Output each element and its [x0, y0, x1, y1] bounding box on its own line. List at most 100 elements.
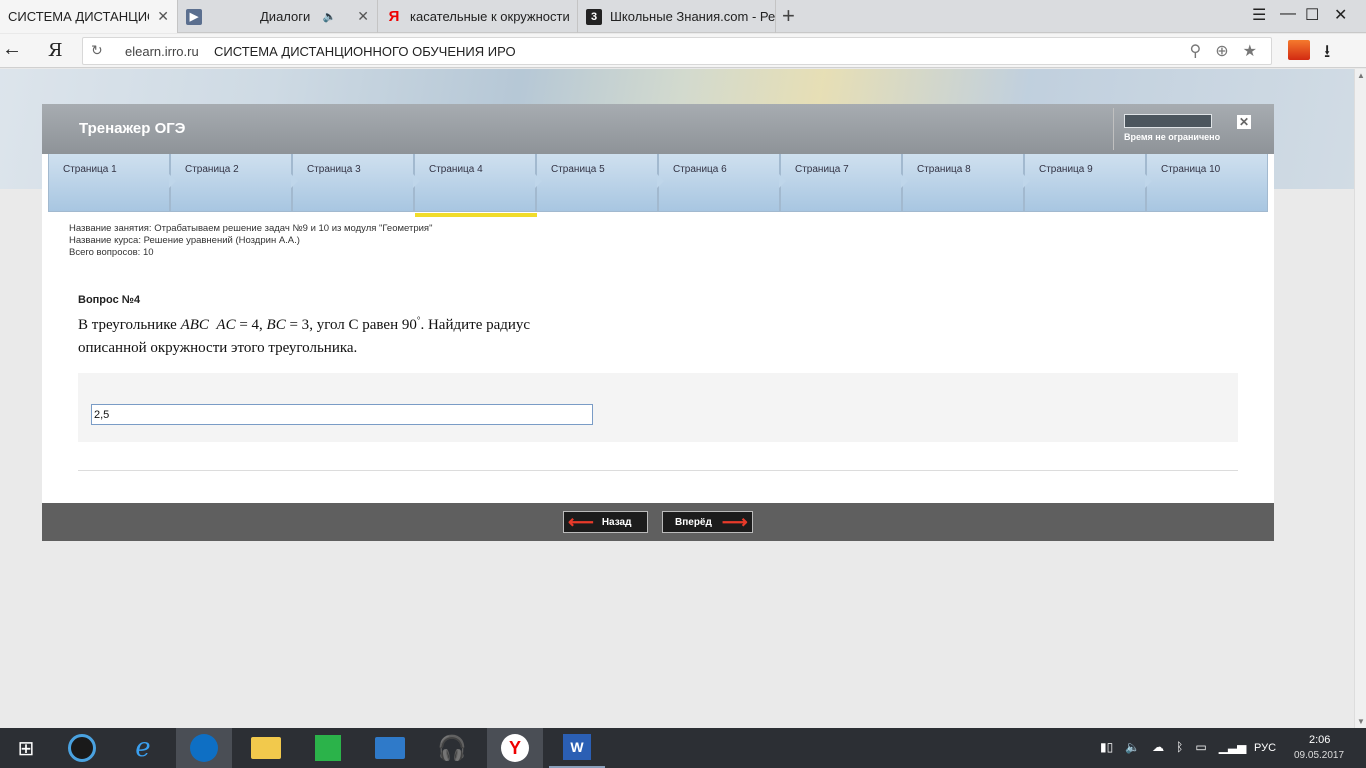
menu-icon[interactable]: ☰	[1252, 5, 1266, 25]
file-explorer-icon[interactable]	[238, 728, 294, 768]
bluetooth-icon[interactable]: ᛒ	[1176, 740, 1183, 754]
page-tabs: Страница 1 Страница 2 Страница 3 Страница 4…	[48, 154, 1268, 217]
store-icon[interactable]	[300, 728, 356, 768]
page-tab-arrow-icon	[657, 174, 664, 188]
url-domain: elearn.irro.ru	[125, 44, 199, 59]
tab-title: касательные к окружности	[410, 9, 570, 24]
sync-icon[interactable]: ☁	[1152, 740, 1164, 754]
url-icons: ⚲ ⊕ ★	[1190, 41, 1257, 61]
trainer-title: Тренажер ОГЭ	[79, 120, 186, 137]
extension-icon[interactable]	[1288, 40, 1310, 60]
page-tab-4[interactable]: Страница 4	[414, 154, 542, 217]
network-icon[interactable]: ▮▯	[1100, 740, 1113, 754]
tab-title: СИСТЕМА ДИСТАНЦИОНН	[8, 9, 149, 24]
tab-dialogi[interactable]: ▶ Диалоги 🔈 ✕	[178, 0, 378, 33]
page-tab-label: Страница 1	[63, 164, 117, 175]
page-tab-2[interactable]: Страница 2	[170, 154, 298, 212]
page-tab-7[interactable]: Страница 7	[780, 154, 908, 212]
yandex-logo-icon[interactable]: Я	[48, 40, 63, 61]
page-tab-9[interactable]: Страница 9	[1024, 154, 1152, 212]
page-tab-arrow-icon	[1145, 174, 1152, 188]
close-window-icon[interactable]: ✕	[1334, 5, 1347, 25]
reload-icon[interactable]: ↻	[91, 42, 103, 59]
start-button[interactable]: ⊞	[0, 728, 52, 768]
tab-shkolnye-znaniya[interactable]: 3 Школьные Знания.com - Ре	[578, 0, 776, 33]
trainer-panel: Тренажер ОГЭ Время не ограничено ✕ Стран…	[42, 104, 1274, 541]
page-tab-1[interactable]: Страница 1	[48, 154, 176, 212]
signal-icon[interactable]: ▁▃▅	[1219, 740, 1247, 754]
page-tab-label: Страница 9	[1039, 164, 1093, 175]
download-icon[interactable]: ⭳	[1324, 39, 1330, 69]
clock-date[interactable]: 09.05.2017	[1294, 750, 1344, 761]
page-tab-arrow-icon	[779, 174, 786, 188]
yandex-icon: Я	[388, 8, 400, 25]
browser-tab-strip: СИСТЕМА ДИСТАНЦИОНН ✕ ▶ Диалоги 🔈 ✕ Я ка…	[0, 0, 1366, 33]
page-viewport: Тренажер ОГЭ Время не ограничено ✕ Стран…	[0, 69, 1354, 728]
play-icon: ▶	[186, 8, 202, 25]
page-tab-arrow-icon	[413, 174, 420, 188]
timer-bar	[1124, 114, 1212, 128]
address-bar: ← Я ↻ elearn.irro.ru СИСТЕМА ДИСТАНЦИОНН…	[0, 34, 1366, 68]
lesson-info: Название занятия: Отрабатываем решение з…	[69, 223, 432, 259]
bookmark-star-icon[interactable]: ★	[1243, 41, 1257, 61]
protect-icon[interactable]: ⊕	[1215, 41, 1228, 61]
lenovo-icon[interactable]	[362, 728, 418, 768]
page-tab-3[interactable]: Страница 3	[292, 154, 420, 212]
language-indicator[interactable]: РУС	[1254, 742, 1276, 754]
yandex-browser-icon[interactable]: Y	[487, 728, 543, 768]
teamviewer-icon[interactable]	[176, 728, 232, 768]
trainer-footer: ⟵ Назад Вперёд ⟶	[42, 503, 1274, 541]
timer-text: Время не ограничено	[1124, 132, 1221, 142]
tab-title: Школьные Знания.com - Ре	[610, 9, 775, 24]
search-icon[interactable]: ⚲	[1190, 41, 1202, 61]
clock-time[interactable]: 2:06	[1309, 734, 1330, 746]
tab-close-icon[interactable]: ✕	[349, 8, 377, 25]
znanija-icon: 3	[586, 8, 602, 25]
next-button[interactable]: Вперёд ⟶	[662, 511, 753, 533]
back-label: Назад	[601, 516, 632, 528]
page-tab-8[interactable]: Страница 8	[902, 154, 1030, 212]
scroll-down-icon[interactable]: ▼	[1357, 717, 1365, 726]
vertical-scrollbar[interactable]: ▲ ▼	[1354, 69, 1366, 728]
question-number: Вопрос №4	[78, 294, 141, 306]
page-tab-label: Страница 7	[795, 164, 849, 175]
page-tab-label: Страница 6	[673, 164, 727, 175]
page-tab-6[interactable]: Страница 6	[658, 154, 786, 212]
question-text: В треугольнике ABC AC = 4, BC = 3, угол …	[78, 315, 531, 356]
answer-input[interactable]	[91, 404, 593, 425]
url-field[interactable]: ↻ elearn.irro.ru СИСТЕМА ДИСТАНЦИОННОГО …	[82, 37, 1272, 65]
page-tab-10[interactable]: Страница 10	[1146, 154, 1268, 212]
minimize-icon[interactable]: —	[1280, 5, 1296, 23]
word-icon[interactable]: W	[549, 728, 605, 768]
page-tab-5[interactable]: Страница 5	[536, 154, 664, 212]
audio-icon[interactable]: 🔈	[323, 10, 337, 23]
battery-icon[interactable]: ▭	[1195, 740, 1206, 754]
next-label: Вперёд	[675, 516, 712, 528]
scroll-up-icon[interactable]: ▲	[1357, 71, 1365, 80]
back-button[interactable]: ⟵ Назад	[563, 511, 648, 533]
page-tab-arrow-icon	[535, 174, 542, 188]
arrow-left-icon: ⟵	[568, 512, 594, 532]
page-tab-label: Страница 8	[917, 164, 971, 175]
back-arrow-icon[interactable]: ←	[2, 38, 22, 61]
page-tab-arrow-icon	[291, 174, 298, 188]
tab-sistema-distancionnogo[interactable]: СИСТЕМА ДИСТАНЦИОНН ✕	[0, 0, 178, 33]
volume-icon[interactable]: 🔈	[1125, 740, 1140, 754]
close-trainer-icon[interactable]: ✕	[1237, 115, 1251, 129]
headphones-icon[interactable]: 🎧	[424, 728, 480, 768]
total-questions: Всего вопросов: 10	[69, 247, 154, 258]
tab-kasatelnye[interactable]: Я касательные к окружности	[378, 0, 578, 33]
page-tab-label: Страница 5	[551, 164, 605, 175]
windows-taskbar: ⊞ e 🎧 Y W ▮▯ 🔈 ☁ ᛒ ▭ ▁▃▅ РУС 2:06 09.05.…	[0, 728, 1366, 768]
tab-close-icon[interactable]: ✕	[149, 8, 177, 25]
page-tab-arrow-icon	[169, 174, 176, 188]
maximize-icon[interactable]: ☐	[1305, 5, 1319, 25]
page-tab-label: Страница 2	[185, 164, 239, 175]
windows-logo-icon: ⊞	[17, 737, 35, 760]
teamviewer-viewer-icon[interactable]	[54, 728, 110, 768]
divider	[78, 470, 1238, 471]
internet-explorer-icon[interactable]: e	[115, 728, 171, 768]
new-tab-button[interactable]: +	[782, 3, 795, 29]
url-page-title: СИСТЕМА ДИСТАНЦИОННОГО ОБУЧЕНИЯ ИРО	[214, 44, 516, 59]
system-tray: ▮▯ 🔈 ☁ ᛒ ▭ ▁▃▅	[1100, 740, 1246, 754]
